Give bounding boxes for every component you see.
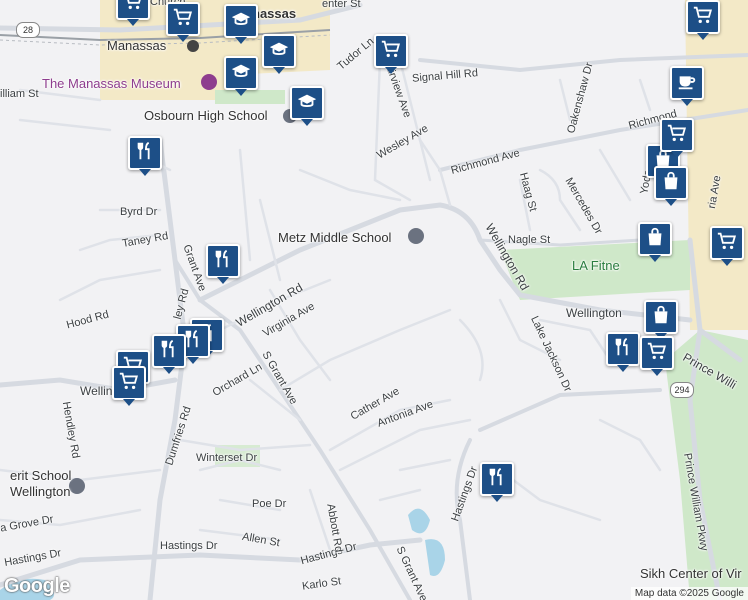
marker-shopping-cart[interactable] [116, 0, 150, 26]
shopping-bag-icon [644, 226, 666, 253]
marker-shopping-bag[interactable] [654, 166, 688, 206]
shopping-cart-icon [666, 122, 688, 149]
road-william-st: illiam St [0, 88, 39, 100]
road-wellington-w2: Wellin [80, 384, 113, 398]
route-28-shield: 28 [16, 22, 40, 38]
school-icon [296, 90, 318, 117]
marker-shopping-bag[interactable] [638, 222, 672, 262]
place-manassas-top: nassas [252, 6, 297, 21]
marker-shopping-cart[interactable] [166, 2, 200, 42]
restaurant-icon [212, 248, 234, 275]
map-canvas[interactable]: Manassas nassas The Manassas Museum Osbo… [0, 0, 748, 600]
marker-restaurant[interactable] [606, 332, 640, 372]
road-byrd-dr: Byrd Dr [120, 206, 158, 218]
coffee-icon [676, 70, 698, 97]
marker-shopping-bag[interactable] [644, 300, 678, 340]
marker-restaurant[interactable] [152, 334, 186, 374]
marker-shopping-cart[interactable] [660, 118, 694, 158]
school-icon [230, 8, 252, 35]
shopping-cart-icon [646, 340, 668, 367]
shopping-cart-icon [716, 230, 738, 257]
marker-restaurant[interactable] [480, 462, 514, 502]
marker-restaurant[interactable] [128, 136, 162, 176]
marker-school[interactable] [224, 4, 258, 44]
road-wellington-e: Wellington [566, 306, 622, 320]
road-poe-dr: Poe Dr [252, 498, 287, 510]
marker-shopping-cart[interactable] [112, 366, 146, 406]
road-nagle-st: Nagle St [508, 234, 551, 246]
place-merit-2[interactable]: Wellington [10, 484, 70, 499]
school-icon [230, 60, 252, 87]
road-center-st: enter St [322, 0, 361, 10]
marker-shopping-cart[interactable] [710, 226, 744, 266]
place-merit-1[interactable]: erit School [10, 468, 71, 483]
restaurant-icon [134, 140, 156, 167]
place-osbourn[interactable]: Osbourn High School [144, 108, 268, 123]
shopping-bag-icon [650, 304, 672, 331]
marker-school[interactable] [262, 34, 296, 74]
road-hastings-2: Hastings Dr [160, 540, 218, 552]
shopping-cart-icon [172, 6, 194, 33]
marker-school[interactable] [290, 86, 324, 126]
restaurant-icon [486, 466, 508, 493]
place-museum[interactable]: The Manassas Museum [42, 76, 181, 91]
restaurant-icon [158, 338, 180, 365]
school-icon [268, 38, 290, 65]
road-winterset-dr: Winterset Dr [196, 452, 258, 464]
shopping-cart-icon [122, 0, 144, 17]
place-sikh[interactable]: Sikh Center of Vir [640, 566, 742, 581]
restaurant-icon [612, 336, 634, 363]
google-logo: Google [4, 575, 70, 597]
shopping-cart-icon [118, 370, 140, 397]
marker-shopping-cart[interactable] [640, 336, 674, 376]
marker-restaurant[interactable] [206, 244, 240, 284]
marker-shopping-cart[interactable] [374, 34, 408, 74]
route-294-shield: 294 [670, 382, 694, 398]
shopping-bag-icon [660, 170, 682, 197]
marker-shopping-cart[interactable] [686, 0, 720, 40]
place-metz[interactable]: Metz Middle School [278, 230, 391, 245]
place-la-fitness[interactable]: LA Fitne [572, 258, 620, 273]
marker-coffee[interactable] [670, 66, 704, 106]
place-manassas: Manassas [107, 38, 167, 53]
map-attribution[interactable]: Map data ©2025 Google [630, 587, 748, 600]
marker-school[interactable] [224, 56, 258, 96]
shopping-cart-icon [380, 38, 402, 65]
shopping-cart-icon [692, 4, 714, 31]
